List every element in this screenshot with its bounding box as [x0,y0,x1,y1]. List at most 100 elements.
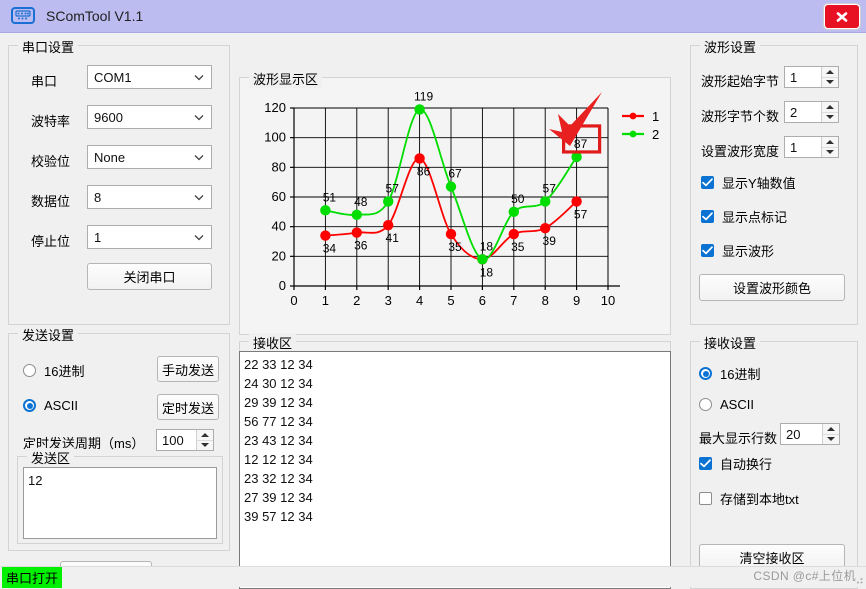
title-bar: SComTool V1.1 [0,0,866,33]
chart-point-2-7[interactable] [508,206,519,218]
stop-bits-select[interactable]: 1 [87,225,212,249]
send-period-stepper[interactable]: 100 [156,429,214,451]
stop-bits-label: 停止位 [31,234,71,249]
check-icon [700,459,711,468]
chart-y-tick-label: 100 [264,130,286,145]
max-display-lines-stepper[interactable]: 20 [780,423,840,445]
stepper-down-icon[interactable] [822,148,838,158]
chart-point-label: 67 [448,167,462,181]
show-waveform-checkbox[interactable]: 显示波形 [701,241,774,260]
stepper-up-icon[interactable] [822,102,838,113]
waveform-start-byte-stepper[interactable]: 1 [784,66,839,88]
chart-y-tick-label: 60 [272,189,286,204]
chart-point-label: 35 [511,240,525,254]
chart-point-2-1[interactable] [320,205,331,216]
baud-rate-select[interactable]: 9600 [87,105,212,129]
chart-point-label: 34 [323,242,337,256]
chart-point-1-4[interactable] [414,153,425,164]
radio-circle-icon [699,367,712,380]
receive-settings-title: 接收设置 [700,333,761,352]
chart-point-1-2[interactable] [351,227,362,238]
chart-point-2-8[interactable] [540,196,551,207]
chart-x-tick-label: 0 [290,293,297,308]
chevron-down-icon [193,111,205,123]
baud-rate-value: 9600 [94,109,123,125]
show-point-markers-checkbox[interactable]: 显示点标记 [701,207,787,226]
stepper-up-icon[interactable] [822,67,838,78]
max-display-lines-label: 最大显示行数 [699,431,778,446]
receive-line: 56 77 12 34 [244,414,313,429]
stepper-buttons[interactable] [196,430,213,450]
receive-area-textbox[interactable]: 22 33 12 34 24 30 12 34 29 39 12 34 56 77 1… [239,351,671,589]
send-area-title: 发送区 [27,448,75,467]
radio-circle-icon [699,398,712,411]
radio-circle-icon [23,364,36,377]
stepper-down-icon[interactable] [822,78,838,88]
stepper-down-icon[interactable] [822,113,838,123]
chart-point-2-4[interactable] [414,104,425,115]
receive-mode-ascii-radio[interactable]: ASCII [699,397,754,412]
stepper-buttons[interactable] [821,67,838,87]
send-mode-hex-radio[interactable]: 16进制 [23,361,84,380]
chevron-down-icon [193,151,205,163]
save-to-local-checkbox[interactable]: 存储到本地txt [699,489,799,508]
stepper-up-icon[interactable] [197,430,213,441]
timed-send-button[interactable]: 定时发送 [157,394,219,420]
receive-line: 23 43 12 34 [244,433,313,448]
waveform-width-stepper[interactable]: 1 [784,136,839,158]
chart-point-2-3[interactable] [383,196,394,207]
manual-send-button[interactable]: 手动发送 [157,356,219,382]
receive-line: 23 32 12 34 [244,471,313,486]
chart-x-tick-label: 5 [447,293,454,308]
chart-point-1-3[interactable] [383,219,394,231]
stepper-down-icon[interactable] [823,435,839,445]
chart-y-tick-label: 120 [264,100,286,115]
stepper-up-icon[interactable] [823,424,839,435]
chart-point-1-7[interactable] [508,228,519,240]
chart-x-tick-label: 6 [479,293,486,308]
waveform-byte-count-stepper[interactable]: 2 [784,101,839,123]
chart-point-1-1[interactable] [320,230,331,241]
chart-point-label: 50 [511,192,525,206]
set-waveform-color-button[interactable]: 设置波形颜色 [699,274,845,301]
send-area-textbox[interactable]: 12 [23,467,217,539]
stepper-buttons[interactable] [821,102,838,122]
receive-mode-hex-radio[interactable]: 16进制 [699,364,760,383]
show-waveform-label: 显示波形 [722,244,775,259]
checkbox-icon [701,244,714,257]
data-bits-select[interactable]: 8 [87,185,212,209]
chart-point-2-5[interactable] [445,181,457,192]
chevron-down-icon [193,191,205,203]
close-serial-port-button[interactable]: 关闭串口 [87,263,212,290]
auto-wrap-checkbox[interactable]: 自动换行 [699,454,772,473]
waveform-chart[interactable]: 0204060801001200 1 2 3 4 5 6 7 8 9 1034 36418635183… [240,86,670,334]
chart-point-2-2[interactable] [351,209,362,220]
serial-port-select[interactable]: COM1 [87,65,212,89]
chart-point-1-8[interactable] [540,222,551,234]
parity-label: 校验位 [31,154,71,169]
status-badge: 串口打开 [2,566,63,588]
send-mode-ascii-radio[interactable]: ASCII [23,398,78,413]
receive-line: 22 33 12 34 [244,357,313,372]
chart-y-tick-label: 0 [279,278,286,293]
parity-select[interactable]: None [87,145,212,169]
waveform-display-group: 波形显示区 0 20 40 60 80 100 120 0 1 2 3 4 5 6 7 8 9 10 34 36 41 8… [239,69,671,335]
stepper-buttons[interactable] [822,424,839,444]
chart-point-label: 119 [414,89,433,103]
max-display-lines-value: 20 [786,426,801,442]
stepper-up-icon[interactable] [822,137,838,148]
chart-point-1-9[interactable] [571,196,582,207]
checkbox-icon [701,210,714,223]
chart-point-1-5[interactable] [445,228,457,240]
parity-value: None [94,149,126,165]
close-button[interactable] [824,4,860,29]
check-icon [702,246,713,255]
receive-line: 39 57 12 34 [244,509,313,524]
stepper-buttons[interactable] [821,137,838,157]
stepper-down-icon[interactable] [197,441,213,451]
chart-point-2-6[interactable] [477,254,488,265]
waveform-byte-count-label: 波形字节个数 [701,109,780,124]
resize-grip[interactable] [852,573,864,585]
chart-point-label: 18 [480,239,494,253]
show-y-axis-values-checkbox[interactable]: 显示Y轴数值 [701,173,796,192]
